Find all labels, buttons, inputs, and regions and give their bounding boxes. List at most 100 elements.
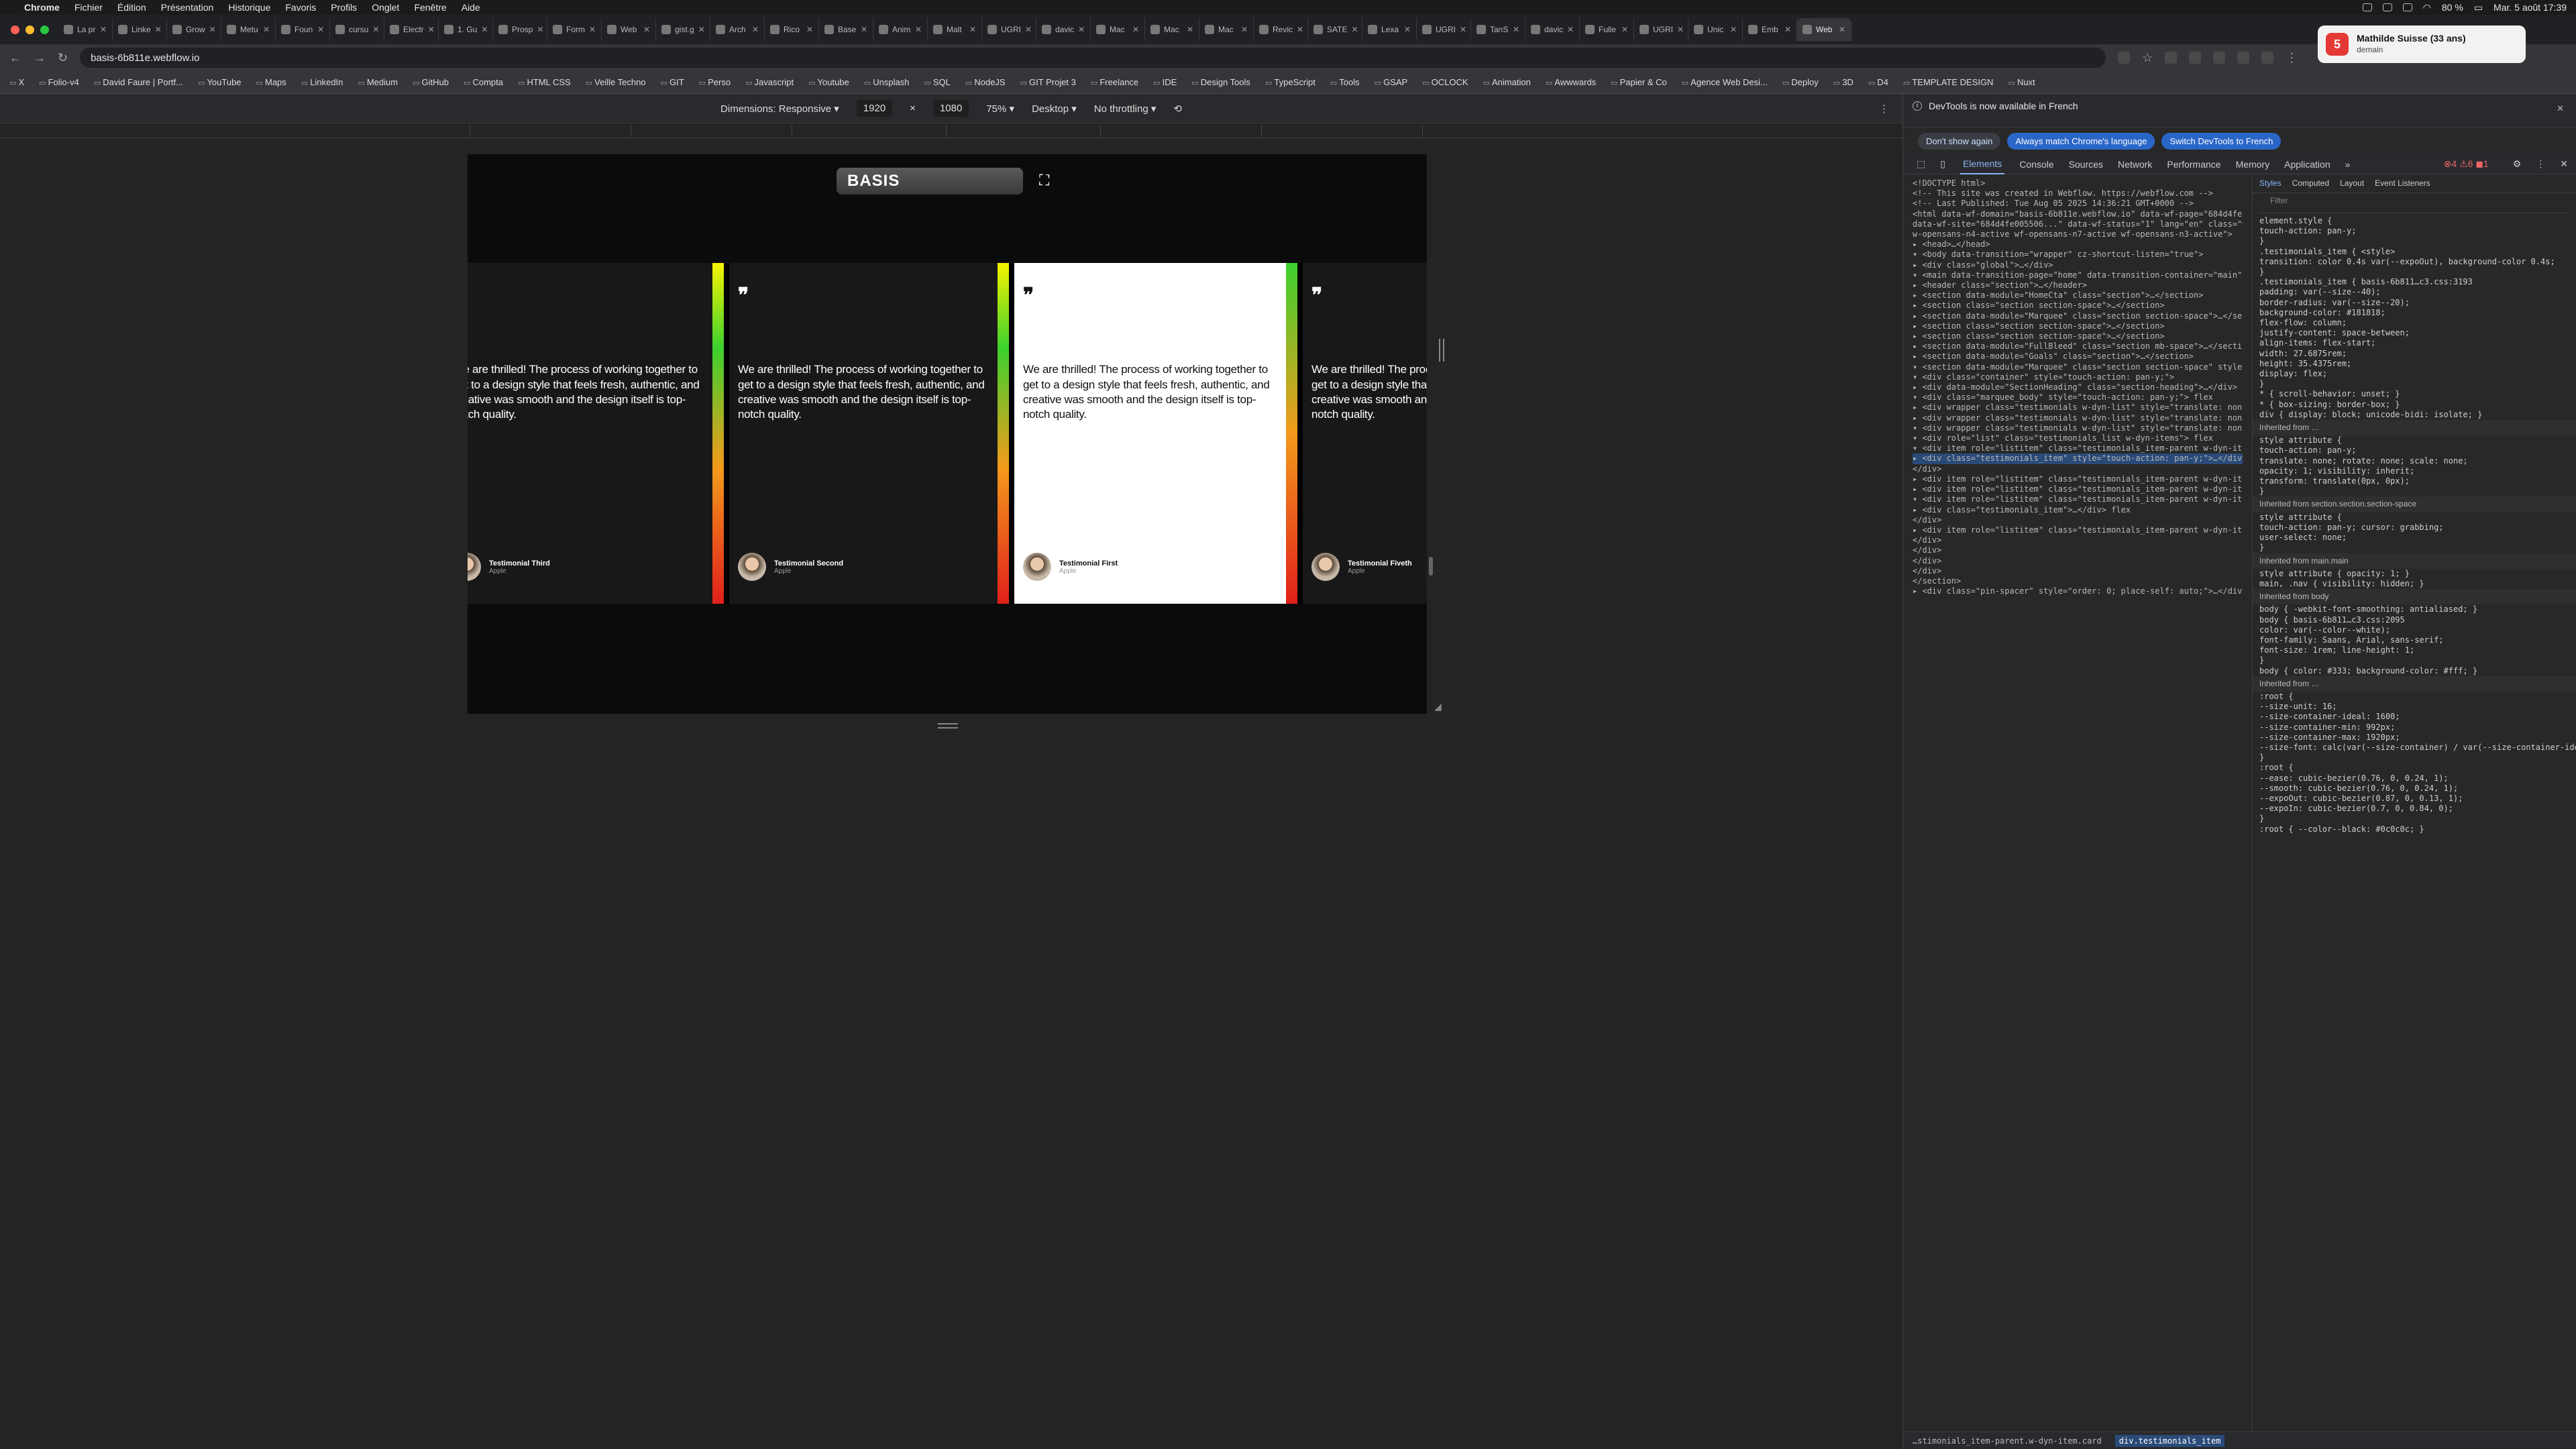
dont-show-again-button[interactable]: Don't show again [1918,133,2001,150]
close-tab-icon[interactable]: ✕ [589,25,596,34]
dom-node-line[interactable]: <html data-wf-domain="basis-6b811e.webfl… [1913,209,2243,219]
dom-node-line[interactable]: ▾ <div wrapper class="testimonials w-dyn… [1913,423,2243,433]
dom-node-line[interactable]: ▾ <main data-transition-page="home" data… [1913,270,2243,280]
tab-memory[interactable]: Memory [2236,159,2270,170]
more-tabs-icon[interactable]: » [2345,159,2351,170]
style-rule-line[interactable]: style attribute { opacity: 1; } [2253,569,2576,579]
dom-node-line[interactable]: ▾ <div class="marquee_body" style="touch… [1913,392,2243,402]
dom-node-line[interactable]: ▸ <div wrapper class="testimonials w-dyn… [1913,402,2243,413]
browser-tab[interactable]: Base ✕ [819,18,873,41]
bookmark-item[interactable]: TEMPLATE DESIGN [1903,77,1993,87]
dom-node-line[interactable]: </section> [1913,576,2243,586]
device-toggle-icon[interactable]: ▯ [1940,158,1945,170]
style-rule-line[interactable]: --smooth: cubic-bezier(0.76, 0, 0.24, 1)… [2253,784,2576,794]
style-rule-line[interactable]: flex-flow: column; [2253,318,2576,328]
style-rule-line[interactable]: --size-unit: 16; [2253,702,2576,712]
bookmark-item[interactable]: Maps [256,77,286,87]
bookmark-item[interactable]: Compta [464,77,503,87]
browser-tab[interactable]: Rico ✕ [765,18,819,41]
bookmark-star-icon[interactable]: ☆ [2142,51,2153,65]
browser-tab[interactable]: Revic ✕ [1254,18,1308,41]
subtab-event-listeners[interactable]: Event Listeners [2375,178,2430,190]
menubar-extra-icon[interactable] [2362,3,2372,11]
browser-tab[interactable]: Web ✕ [602,18,656,41]
style-rule-line[interactable]: height: 35.4375rem; [2253,359,2576,369]
style-rule-line[interactable]: touch-action: pan-y; [2253,445,2576,455]
wifi-icon[interactable]: ◠ [2423,2,2431,13]
menu-item[interactable]: Édition [117,2,146,13]
style-rule-line[interactable]: element.style { [2253,216,2576,226]
dom-node-line[interactable]: w-opensans-n4-active wf-opensans-n7-acti… [1913,229,2243,239]
close-tab-icon[interactable]: ✕ [643,25,650,34]
browser-tab[interactable]: Foun ✕ [276,18,330,41]
style-rule-line[interactable]: border-radius: var(--size--20); [2253,298,2576,308]
bookmark-item[interactable]: TypeScript [1265,77,1315,87]
browser-tab[interactable]: Malt ✕ [928,18,982,41]
style-rule-line[interactable]: } [2253,236,2576,246]
testimonial-card[interactable]: ❞ We are thrilled! The process of workin… [468,263,712,604]
close-tab-icon[interactable]: ✕ [428,25,435,34]
bottom-resize-handle[interactable] [938,723,958,729]
dom-node-line[interactable]: ▸ <div item role="listitem" class="testi… [1913,474,2243,484]
browser-tab[interactable]: SATE ✕ [1308,18,1362,41]
style-rule-line[interactable]: justify-content: space-between; [2253,328,2576,338]
close-tab-icon[interactable]: ✕ [100,25,107,34]
style-rule-line[interactable]: :root { [2253,763,2576,773]
tab-network[interactable]: Network [2118,159,2152,170]
style-rule-line[interactable]: } [2253,379,2576,389]
close-tab-icon[interactable]: ✕ [1351,25,1358,34]
url-field[interactable]: basis-6b811e.webflow.io [80,48,2106,68]
style-rule-line[interactable]: translate: none; rotate: none; scale: no… [2253,456,2576,466]
style-rule-line[interactable]: --size-container-max: 1920px; [2253,733,2576,743]
style-rule-line[interactable]: --size-font: calc(var(--size-container) … [2253,743,2576,753]
close-tab-icon[interactable]: ✕ [1730,25,1737,34]
clock[interactable]: Mar. 5 août 17:39 [2493,2,2567,13]
style-rule-line[interactable]: body { -webkit-font-smoothing: antialias… [2253,604,2576,614]
dom-node-line[interactable]: ▸ <section data-module="FullBleed" class… [1913,341,2243,352]
elements-dom-tree[interactable]: <!DOCTYPE html> <!-- This site was create… [1903,176,2252,1432]
settings-icon[interactable]: ⚙ [2513,158,2522,170]
styles-filter-input[interactable]: Filter [2259,196,2569,213]
bookmark-item[interactable]: YouTube [198,77,241,87]
bookmark-item[interactable]: Animation [1483,77,1531,87]
testimonial-card[interactable]: ❞ We are thrilled! The process of workin… [729,263,998,604]
style-rule-line[interactable]: } [2253,543,2576,553]
menu-item[interactable]: Onglet [372,2,399,13]
close-tab-icon[interactable]: ✕ [1677,25,1684,34]
chrome-menu-icon[interactable]: ⋮ [2286,51,2298,65]
menubar-extra-icon[interactable] [2402,3,2412,11]
inspect-icon[interactable]: ⬚ [1917,158,1925,170]
style-rule-line[interactable]: display: flex; [2253,369,2576,379]
browser-tab[interactable]: UGRI ✕ [1634,18,1688,41]
style-rule-line[interactable]: style attribute { [2253,513,2576,523]
close-tab-icon[interactable]: ✕ [1404,25,1411,34]
bookmark-item[interactable]: X [9,77,24,87]
switch-language-button[interactable]: Switch DevTools to French [2161,133,2282,150]
close-tab-icon[interactable]: ✕ [1567,25,1574,34]
style-rule-line[interactable]: body { basis-6b811…c3.css:2095 [2253,615,2576,625]
bookmark-item[interactable]: Medium [358,77,398,87]
close-tab-icon[interactable]: ✕ [1025,25,1032,34]
style-rule-line[interactable]: touch-action: pan-y; cursor: grabbing; [2253,523,2576,533]
style-rule-line[interactable]: color: var(--color--white); [2253,625,2576,635]
bookmark-item[interactable]: GIT Projet 3 [1020,77,1076,87]
bookmark-item[interactable]: Awwwards [1546,77,1596,87]
tab-elements[interactable]: Elements [1960,154,2005,174]
style-rule-line[interactable]: style attribute { [2253,435,2576,445]
browser-tab[interactable]: Metu ✕ [221,18,276,41]
bookmark-item[interactable]: IDE [1153,77,1177,87]
menubar-extra-icon[interactable] [2382,3,2392,11]
dom-node-line[interactable]: </div> [1913,556,2243,566]
style-rule-line[interactable]: align-items: flex-start; [2253,338,2576,348]
close-tab-icon[interactable]: ✕ [317,25,324,34]
tab-application[interactable]: Application [2284,159,2330,170]
tab-performance[interactable]: Performance [2167,159,2220,170]
close-tab-icon[interactable]: ✕ [1187,25,1193,34]
dom-node-line[interactable]: ▸ <section class="section section-space"… [1913,331,2243,341]
bookmark-item[interactable]: David Faure | Portf... [94,77,183,87]
browser-tab[interactable]: Mac ✕ [1199,18,1254,41]
calendar-notification[interactable]: 5 Mathilde Suisse (33 ans) demain [2318,25,2526,63]
dom-node-line[interactable]: ▸ <div class="pin-spacer" style="order: … [1913,586,2243,596]
browser-tab[interactable]: Form ✕ [547,18,602,41]
close-tab-icon[interactable]: ✕ [263,25,270,34]
